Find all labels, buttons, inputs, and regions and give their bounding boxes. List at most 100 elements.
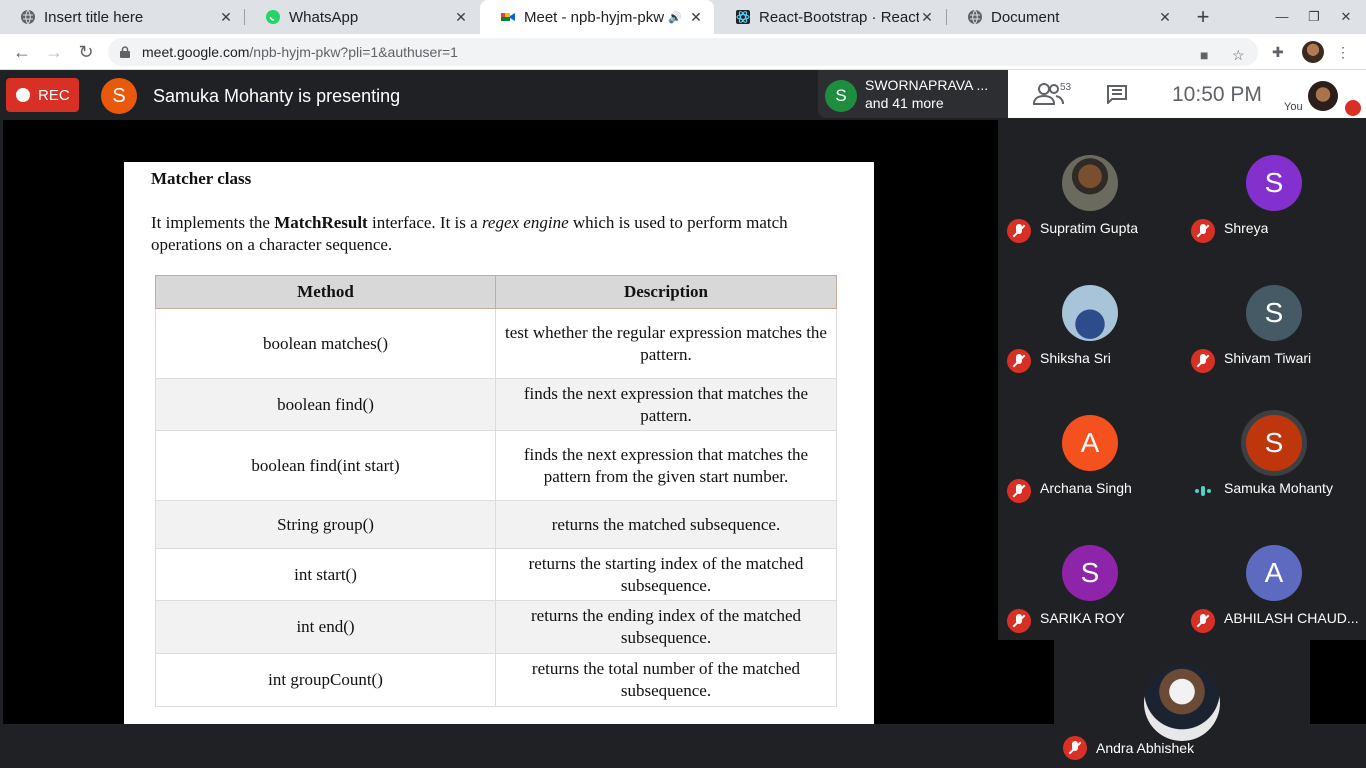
meet-icon bbox=[500, 9, 516, 25]
tab-title: Document bbox=[991, 8, 1060, 26]
tab-title: React-Bootstrap · React-B bbox=[759, 8, 919, 26]
participant-tile[interactable]: A ABHILASH CHAUD... bbox=[1182, 510, 1366, 640]
participant-name: Samuka Mohanty bbox=[1224, 480, 1333, 496]
lock-icon bbox=[120, 46, 130, 58]
table-row: int start() returns the starting index o… bbox=[155, 548, 837, 601]
method-cell: int start() bbox=[155, 548, 496, 601]
speaker-icon[interactable]: 🔊 bbox=[668, 11, 682, 24]
tab-react-bootstrap[interactable]: React-Bootstrap · React-B ✕ bbox=[715, 0, 945, 34]
meet-header: REC S Samuka Mohanty is presenting S SWO… bbox=[0, 70, 1366, 120]
method-cell: boolean find() bbox=[155, 378, 496, 431]
camera-icon[interactable]: ■ bbox=[1200, 47, 1208, 63]
intro-bold: MatchResult bbox=[274, 213, 368, 232]
people-count: 53 bbox=[1060, 82, 1072, 93]
url-text: meet.google.com/npb-hyjm-pkw?pli=1&authu… bbox=[142, 44, 458, 60]
tab-insert-title[interactable]: Insert title here ✕ bbox=[0, 0, 244, 34]
participant-tile[interactable]: S Samuka Mohanty bbox=[1182, 380, 1366, 510]
self-avatar[interactable] bbox=[1308, 81, 1338, 111]
participant-tile[interactable]: Shiksha Sri bbox=[998, 250, 1182, 380]
minimize-button[interactable]: — bbox=[1266, 0, 1298, 34]
browser-toolbar: ← → ↻ meet.google.com/npb-hyjm-pkw?pli=1… bbox=[0, 34, 1366, 70]
participant-avatar: S bbox=[1062, 545, 1118, 601]
window-close-button[interactable]: ✕ bbox=[1330, 0, 1362, 34]
speaking-icon bbox=[1195, 486, 1211, 496]
participant-tile[interactable]: S SARIKA ROY bbox=[998, 510, 1182, 640]
star-icon[interactable]: ☆ bbox=[1232, 47, 1245, 64]
participant-name: Shiksha Sri bbox=[1040, 350, 1111, 366]
recording-badge[interactable]: REC bbox=[6, 78, 79, 112]
intro-text: It implements the bbox=[151, 213, 275, 232]
you-label: You bbox=[1284, 101, 1303, 113]
tab-title: Insert title here bbox=[44, 8, 144, 26]
participant-avatar: A bbox=[1062, 415, 1118, 471]
extensions-icon[interactable]: ✚ bbox=[1272, 44, 1284, 61]
mic-off-icon bbox=[1007, 219, 1031, 243]
method-cell: int groupCount() bbox=[155, 653, 496, 707]
globe-icon bbox=[967, 9, 983, 25]
participant-name: Archana Singh bbox=[1040, 480, 1132, 496]
method-cell: boolean matches() bbox=[155, 308, 496, 379]
menu-icon[interactable]: ⋮ bbox=[1336, 44, 1350, 61]
participant-tile[interactable]: S Shivam Tiwari bbox=[1182, 250, 1366, 380]
table-row: int end() returns the ending index of th… bbox=[155, 600, 837, 654]
grid-padding bbox=[1310, 640, 1366, 724]
close-icon[interactable]: ✕ bbox=[688, 9, 704, 26]
participant-tile[interactable]: Andra Abhishek bbox=[1054, 640, 1310, 768]
presenting-text: Samuka Mohanty is presenting bbox=[153, 86, 401, 106]
participant-photo bbox=[1062, 285, 1118, 341]
reload-button[interactable]: ↻ bbox=[73, 40, 99, 64]
forward-button[interactable]: → bbox=[41, 40, 67, 64]
close-icon[interactable]: ✕ bbox=[919, 9, 935, 26]
mic-off-icon bbox=[1063, 736, 1087, 760]
description-cell: returns the starting index of the matche… bbox=[495, 548, 837, 601]
react-bootstrap-icon bbox=[735, 9, 751, 25]
tab-title: WhatsApp bbox=[289, 8, 359, 26]
mic-off-icon bbox=[1007, 479, 1031, 503]
tab-meet[interactable]: Meet - npb-hyjm-pkw 🔊 ✕ bbox=[480, 0, 714, 34]
new-tab-button[interactable]: + bbox=[1190, 4, 1216, 30]
presenter-avatar: S bbox=[101, 78, 137, 114]
participant-avatar: S bbox=[1246, 155, 1302, 211]
participant-tile[interactable]: S Shreya bbox=[1182, 120, 1366, 250]
participants-chip[interactable]: S SWORNAPRAVA ... and 41 more bbox=[818, 70, 1008, 118]
participant-name: Shivam Tiwari bbox=[1224, 350, 1312, 366]
participant-avatar: S bbox=[1246, 415, 1302, 471]
mic-off-icon bbox=[1191, 349, 1215, 373]
tab-whatsapp[interactable]: WhatsApp ✕ bbox=[245, 0, 479, 34]
table-row: String group() returns the matched subse… bbox=[155, 500, 837, 549]
table-row: boolean matches() test whether the regul… bbox=[155, 308, 837, 379]
back-button[interactable]: ← bbox=[9, 40, 35, 64]
participant-name: Shreya bbox=[1224, 220, 1269, 236]
table-header-row: Method Description bbox=[155, 275, 837, 309]
description-cell: returns the ending index of the matched … bbox=[495, 600, 837, 654]
description-cell: test whether the regular expression matc… bbox=[495, 308, 837, 379]
mic-off-icon bbox=[1191, 219, 1215, 243]
presentation-slide: Matcher class It implements the MatchRes… bbox=[124, 162, 874, 724]
meet-controls-panel: 53 10:50 PM You bbox=[1008, 70, 1366, 118]
participant-grid: Supratim Gupta S Shreya Shiksha Sri S Sh… bbox=[998, 120, 1366, 640]
participant-tile[interactable]: Supratim Gupta bbox=[998, 120, 1182, 250]
description-cell: finds the next expression that matches t… bbox=[495, 378, 837, 431]
close-icon[interactable]: ✕ bbox=[1157, 9, 1173, 26]
table-row: boolean find() finds the next expression… bbox=[155, 378, 837, 431]
tab-document[interactable]: Document ✕ bbox=[947, 0, 1183, 34]
mic-off-icon bbox=[1191, 609, 1215, 633]
intro-italic: regex engine bbox=[481, 213, 569, 232]
close-icon[interactable]: ✕ bbox=[218, 9, 234, 26]
close-icon[interactable]: ✕ bbox=[453, 9, 469, 26]
header-description: Description bbox=[495, 275, 837, 309]
description-cell: returns the total number of the matched … bbox=[495, 653, 837, 707]
table-row: boolean find(int start) finds the next e… bbox=[155, 430, 837, 501]
browser-tab-strip: Insert title here ✕ WhatsApp ✕ Meet - np… bbox=[0, 0, 1366, 34]
slide-intro: It implements the MatchResult interface.… bbox=[151, 212, 831, 256]
chip-avatar: S bbox=[825, 80, 857, 112]
participant-name: SARIKA ROY bbox=[1040, 610, 1125, 626]
address-bar[interactable]: meet.google.com/npb-hyjm-pkw?pli=1&authu… bbox=[108, 38, 1258, 66]
profile-avatar[interactable] bbox=[1302, 41, 1324, 63]
participant-photo bbox=[1144, 665, 1220, 741]
participant-name: Andra Abhishek bbox=[1096, 740, 1195, 756]
chat-icon[interactable] bbox=[1106, 84, 1128, 104]
mic-off-icon bbox=[1345, 100, 1361, 116]
restore-button[interactable]: ❐ bbox=[1298, 0, 1330, 34]
participant-tile[interactable]: A Archana Singh bbox=[998, 380, 1182, 510]
